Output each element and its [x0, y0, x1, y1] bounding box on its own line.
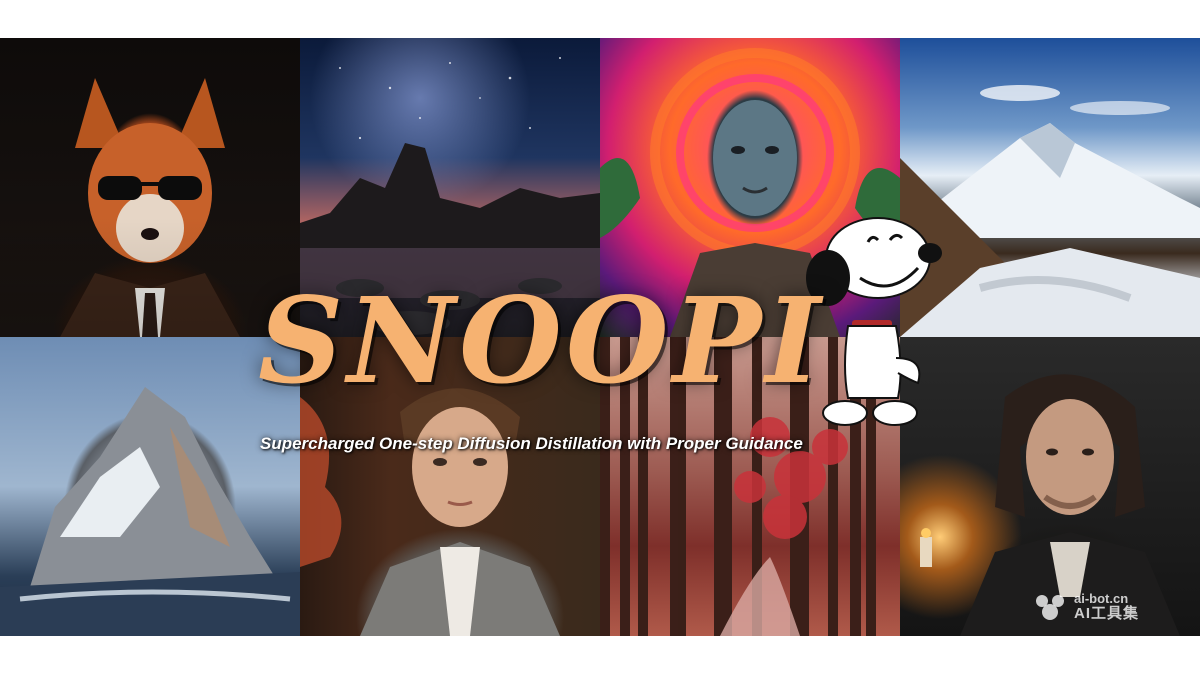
bot-logo-icon — [1036, 595, 1064, 620]
page-subtitle: Supercharged One-step Diffusion Distilla… — [260, 434, 803, 453]
watermark-url: ai-bot.cn — [1074, 591, 1129, 607]
snowy-rock-island-image — [0, 337, 300, 636]
tile-shade — [0, 38, 300, 337]
page-title: SNOOPI — [258, 271, 825, 410]
watermark-text: ai-bot.cn AI工具集 — [1074, 592, 1139, 621]
watermark-brand: AI工具集 — [1074, 604, 1140, 622]
fox-in-suit-image — [0, 38, 300, 337]
rock-illustration — [0, 387, 300, 636]
banner: SNOOPI Supercharged One-step Diffusion D… — [0, 38, 1200, 636]
watermark: ai-bot.cn AI工具集 — [1032, 585, 1192, 629]
